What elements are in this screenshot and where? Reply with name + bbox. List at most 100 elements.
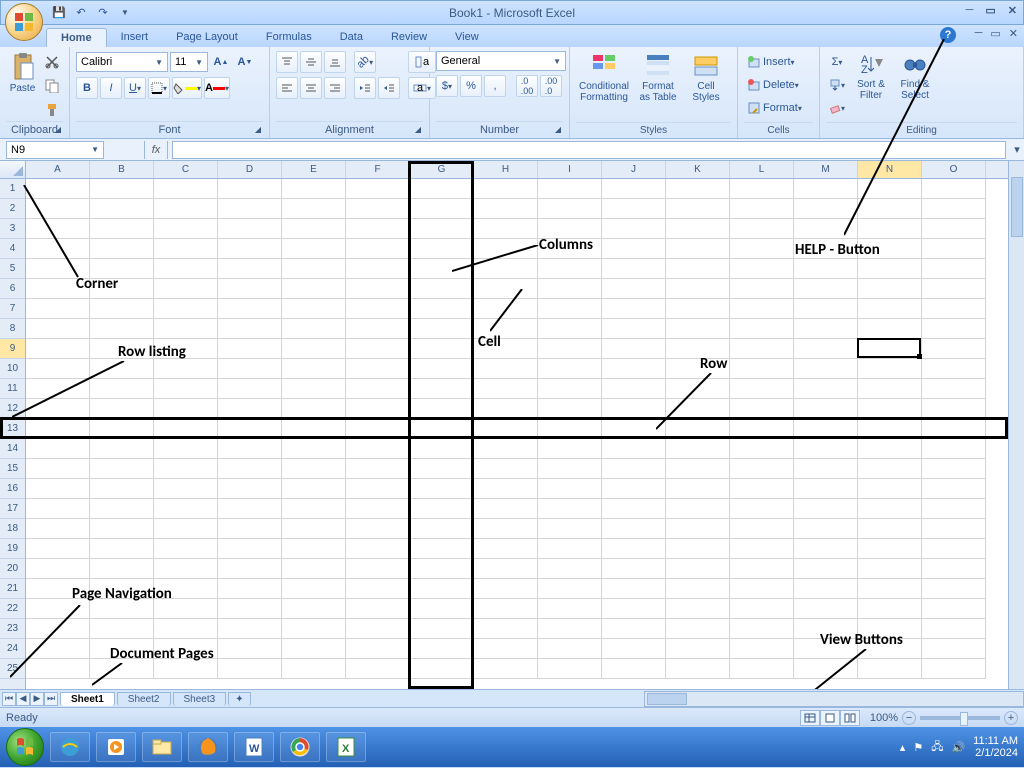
workbook-restore-button[interactable]: ▭ bbox=[990, 27, 1000, 40]
row-header[interactable]: 5 bbox=[0, 259, 25, 279]
nav-first-icon[interactable]: ⏮ bbox=[2, 692, 16, 706]
horizontal-scrollbar[interactable] bbox=[644, 691, 1024, 707]
column-header[interactable]: M bbox=[794, 161, 858, 178]
column-header[interactable]: J bbox=[602, 161, 666, 178]
name-box[interactable]: N9▼ bbox=[6, 141, 104, 159]
grow-font-button[interactable]: A▲ bbox=[210, 51, 232, 73]
format-as-table-button[interactable]: Format as Table bbox=[634, 51, 682, 105]
row-header[interactable]: 3 bbox=[0, 219, 25, 239]
fx-button[interactable]: fx bbox=[144, 141, 168, 159]
formula-input[interactable] bbox=[172, 141, 1006, 159]
office-button[interactable] bbox=[5, 3, 43, 41]
sort-filter-button[interactable]: AZ Sort & Filter bbox=[850, 51, 892, 103]
minimize-button[interactable]: ─ bbox=[966, 4, 974, 17]
align-right-button[interactable] bbox=[324, 77, 346, 99]
taskbar-word-icon[interactable]: W bbox=[234, 732, 274, 762]
nav-prev-icon[interactable]: ◀ bbox=[16, 692, 30, 706]
row-header[interactable]: 25 bbox=[0, 659, 25, 679]
fill-color-button[interactable]: ▾ bbox=[172, 77, 202, 99]
tray-show-hidden-icon[interactable]: ▴ bbox=[900, 741, 906, 754]
decrease-indent-button[interactable] bbox=[354, 77, 376, 99]
row-header[interactable]: 23 bbox=[0, 619, 25, 639]
tab-view[interactable]: View bbox=[441, 28, 493, 47]
row-header[interactable]: 13 bbox=[0, 419, 25, 439]
conditional-formatting-button[interactable]: Conditional Formatting bbox=[576, 51, 632, 105]
formula-bar-expand-icon[interactable]: ▾ bbox=[1010, 143, 1024, 156]
taskbar-clock[interactable]: 11:11 AM 2/1/2024 bbox=[973, 735, 1018, 759]
column-header[interactable]: A bbox=[26, 161, 90, 178]
autosum-button[interactable]: Σ▾ bbox=[826, 51, 848, 73]
maximize-button[interactable]: ▭ bbox=[985, 4, 995, 17]
qat-dropdown-icon[interactable]: ▼ bbox=[115, 3, 135, 23]
column-header[interactable]: L bbox=[730, 161, 794, 178]
row-header[interactable]: 1 bbox=[0, 179, 25, 199]
row-header[interactable]: 14 bbox=[0, 439, 25, 459]
cut-button[interactable] bbox=[41, 51, 63, 73]
taskbar-excel-icon[interactable]: X bbox=[326, 732, 366, 762]
column-header[interactable]: I bbox=[538, 161, 602, 178]
dialog-launcher-icon[interactable]: ◢ bbox=[55, 125, 61, 134]
comma-format-button[interactable]: , bbox=[484, 75, 506, 97]
italic-button[interactable]: I bbox=[100, 77, 122, 99]
sheet-tab[interactable]: Sheet1 bbox=[60, 692, 115, 706]
save-icon[interactable]: 💾 bbox=[49, 3, 69, 23]
page-layout-view-button[interactable] bbox=[820, 710, 840, 726]
row-header[interactable]: 12 bbox=[0, 399, 25, 419]
paste-button[interactable]: Paste bbox=[6, 51, 39, 96]
sheet-tab[interactable]: Sheet2 bbox=[117, 692, 171, 706]
column-header[interactable]: N bbox=[858, 161, 922, 178]
delete-cells-button[interactable]: Delete▾ bbox=[744, 74, 802, 96]
decrease-decimal-button[interactable]: .00.0 bbox=[540, 75, 562, 97]
tray-flag-icon[interactable]: ⚑ bbox=[913, 741, 923, 754]
row-header[interactable]: 15 bbox=[0, 459, 25, 479]
row-header[interactable]: 7 bbox=[0, 299, 25, 319]
row-header[interactable]: 22 bbox=[0, 599, 25, 619]
align-top-button[interactable] bbox=[276, 51, 298, 73]
undo-icon[interactable]: ↶ bbox=[71, 3, 91, 23]
row-header[interactable]: 20 bbox=[0, 559, 25, 579]
tab-formulas[interactable]: Formulas bbox=[252, 28, 326, 47]
number-format-combo[interactable]: General▼ bbox=[436, 51, 566, 71]
column-header[interactable]: O bbox=[922, 161, 986, 178]
orientation-button[interactable]: ab▾ bbox=[354, 51, 376, 73]
taskbar-ie-icon[interactable] bbox=[50, 732, 90, 762]
column-header[interactable]: H bbox=[474, 161, 538, 178]
font-name-combo[interactable]: Calibri▼ bbox=[76, 52, 168, 72]
align-center-button[interactable] bbox=[300, 77, 322, 99]
row-header[interactable]: 24 bbox=[0, 639, 25, 659]
format-cells-button[interactable]: Format▾ bbox=[744, 97, 805, 119]
dialog-launcher-icon[interactable]: ◢ bbox=[255, 125, 261, 134]
tray-network-icon[interactable]: 🖧 bbox=[931, 738, 943, 757]
insert-cells-button[interactable]: Insert▾ bbox=[744, 51, 798, 73]
dialog-launcher-icon[interactable]: ◢ bbox=[555, 125, 561, 134]
redo-icon[interactable]: ↷ bbox=[93, 3, 113, 23]
normal-view-button[interactable] bbox=[800, 710, 820, 726]
cells-area[interactable] bbox=[26, 179, 1024, 679]
clear-button[interactable]: ▾ bbox=[826, 97, 848, 119]
row-header[interactable]: 21 bbox=[0, 579, 25, 599]
row-header[interactable]: 10 bbox=[0, 359, 25, 379]
tab-review[interactable]: Review bbox=[377, 28, 441, 47]
new-sheet-button[interactable]: ✦ bbox=[228, 692, 250, 706]
nav-last-icon[interactable]: ⏭ bbox=[44, 692, 58, 706]
tab-page-layout[interactable]: Page Layout bbox=[162, 28, 252, 47]
border-button[interactable]: ▾ bbox=[148, 77, 170, 99]
find-select-button[interactable]: Find & Select bbox=[894, 51, 936, 103]
tab-insert[interactable]: Insert bbox=[107, 28, 163, 47]
taskbar-chrome-icon[interactable] bbox=[280, 732, 320, 762]
column-header[interactable]: B bbox=[90, 161, 154, 178]
bold-button[interactable]: B bbox=[76, 77, 98, 99]
tab-data[interactable]: Data bbox=[326, 28, 377, 47]
workbook-close-button[interactable]: ✕ bbox=[1009, 27, 1018, 40]
increase-decimal-button[interactable]: .0.00 bbox=[516, 75, 538, 97]
row-header[interactable]: 17 bbox=[0, 499, 25, 519]
dialog-launcher-icon[interactable]: ◢ bbox=[415, 125, 421, 134]
row-header[interactable]: 16 bbox=[0, 479, 25, 499]
row-header[interactable]: 19 bbox=[0, 539, 25, 559]
increase-indent-button[interactable] bbox=[378, 77, 400, 99]
zoom-slider[interactable] bbox=[920, 716, 1000, 720]
fill-button[interactable]: ▾ bbox=[826, 74, 848, 96]
column-header[interactable]: F bbox=[346, 161, 410, 178]
font-size-combo[interactable]: 11▼ bbox=[170, 52, 208, 72]
accounting-format-button[interactable]: $▾ bbox=[436, 75, 458, 97]
